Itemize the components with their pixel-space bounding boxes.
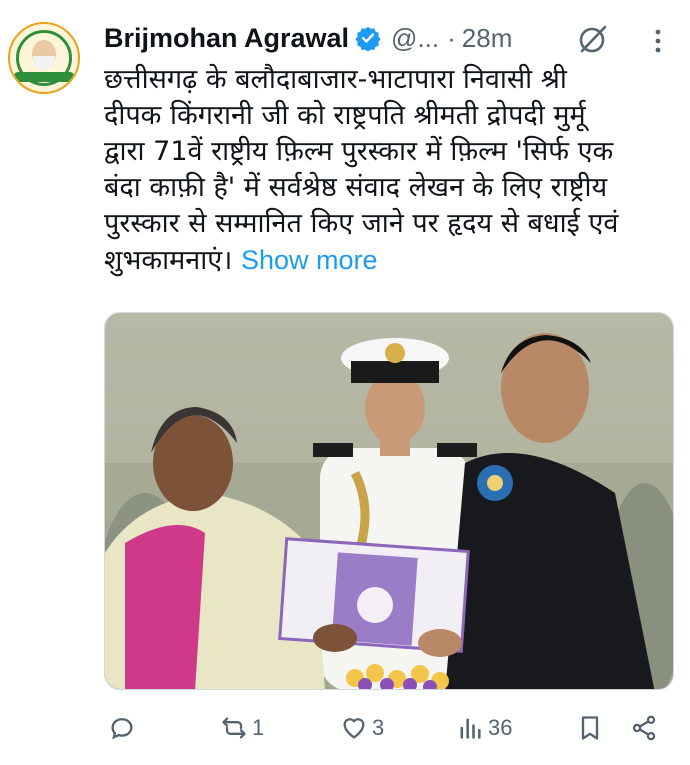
avatar-band [14,72,74,82]
author-avatar[interactable] [8,22,80,94]
reply-button[interactable] [108,706,140,750]
repost-icon [222,717,246,739]
author-name[interactable]: Brijmohan Agrawal [104,23,349,54]
tweet-line-last: शुभकामनाएं। Show more [104,242,664,279]
tweet-line: द्वारा 71वें राष्ट्रीय फ़िल्म पुरस्कार म… [104,136,614,167]
award-ceremony-illustration [105,313,673,689]
reply-icon [111,718,133,740]
grok-icon[interactable] [576,22,610,56]
show-more-link[interactable]: Show more [241,245,378,275]
header-separator: · [447,22,456,53]
like-button[interactable]: 3 [340,706,384,750]
verified-badge-icon [355,26,381,51]
tweet-actions: 1 3 36 [104,706,670,750]
tweet-media-photo[interactable] [104,312,674,690]
tweet-line: छत्तीसगढ़ के बलौदाबाजार-भाटापारा निवासी … [104,64,567,95]
like-count: 3 [372,715,385,740]
bookmark-icon [581,716,599,740]
tweet-card[interactable]: Brijmohan Agrawal @... · 28m छत्तीसगढ़ क… [0,0,690,765]
repost-button[interactable]: 1 [220,706,264,750]
repost-count: 1 [252,715,265,740]
heart-icon [343,718,365,739]
tweet-line: बंदा काफ़ी है' में सर्वश्रेष्ठ संवाद लेख… [104,172,608,203]
views-count: 36 [488,715,513,740]
more-options-icon[interactable] [648,24,668,58]
views-icon [460,718,481,739]
tweet-header: Brijmohan Agrawal @... · 28m [104,18,512,58]
tweet-timestamp[interactable]: 28m [462,23,513,54]
views-button[interactable]: 36 [456,706,512,750]
tweet-line: दीपक किंगरानी जी को राष्ट्रपति श्रीमती द… [104,100,586,131]
tweet-line-text: शुभकामनाएं। [104,245,233,276]
share-button[interactable] [630,706,658,750]
tweet-line: पुरस्कार से सम्मानित किए जाने पर हृदय से… [104,208,619,239]
share-icon [632,715,656,741]
author-handle[interactable]: @... [391,23,439,54]
bookmark-button[interactable] [576,706,604,750]
tweet-text: छत्तीसगढ़ के बलौदाबाजार-भाटापारा निवासी … [104,62,664,279]
